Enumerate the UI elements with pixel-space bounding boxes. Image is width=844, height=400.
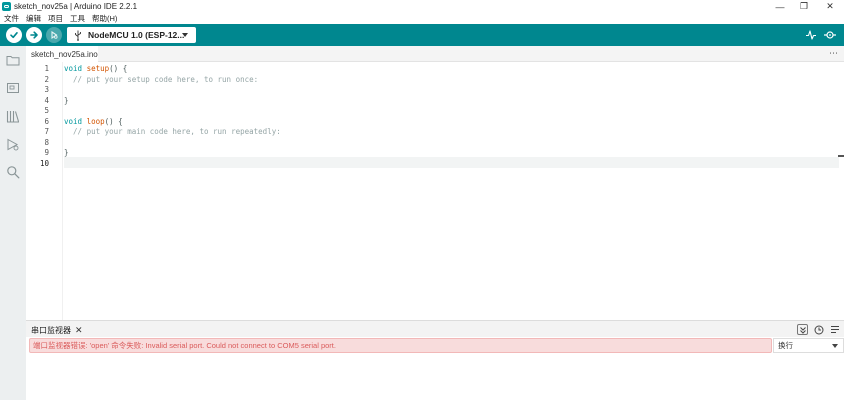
menu-tools[interactable]: 工具 bbox=[70, 13, 85, 24]
upload-button[interactable] bbox=[26, 27, 42, 43]
more-options-icon[interactable]: ⋯ bbox=[829, 48, 838, 59]
minimize-button[interactable]: — bbox=[768, 0, 792, 13]
line-number: 9 bbox=[44, 148, 49, 157]
toolbar: NodeMCU 1.0 (ESP-12... bbox=[0, 24, 844, 46]
code-line: } bbox=[64, 95, 69, 105]
magnifier-icon bbox=[824, 31, 836, 39]
line-number: 5 bbox=[44, 106, 49, 115]
tab-serial-monitor[interactable]: 串口监视器 ✕ bbox=[31, 325, 83, 336]
code-line: void loop() { bbox=[64, 117, 123, 126]
line-number: 7 bbox=[44, 127, 49, 136]
search-button[interactable] bbox=[5, 164, 21, 180]
code-comment: // put your main code here, to run repea… bbox=[64, 127, 281, 136]
debug-button[interactable] bbox=[46, 27, 62, 43]
board-selector[interactable]: NodeMCU 1.0 (ESP-12... bbox=[67, 27, 196, 43]
function-setup: setup bbox=[86, 64, 110, 73]
line-ending-select[interactable]: 换行 bbox=[773, 338, 844, 353]
chevron-down-icon bbox=[832, 344, 838, 348]
debug-icon bbox=[51, 30, 58, 40]
line-number: 4 bbox=[44, 95, 49, 105]
search-icon bbox=[7, 166, 20, 179]
line-number: 6 bbox=[44, 116, 49, 126]
timestamp-button[interactable] bbox=[813, 324, 824, 335]
arrow-right-icon bbox=[30, 31, 38, 39]
error-text: 端口监视器错误: 'open' 命令失败: Invalid serial por… bbox=[33, 341, 336, 350]
code-line: } bbox=[64, 148, 69, 157]
close-icon[interactable]: ✕ bbox=[75, 325, 83, 336]
clock-icon bbox=[814, 325, 823, 334]
serial-monitor-header: 串口监视器 ✕ bbox=[26, 320, 844, 337]
serial-plotter-button[interactable] bbox=[804, 28, 818, 42]
code-text: () { bbox=[109, 64, 128, 73]
title-bar: sketch_nov25a | Arduino IDE 2.2.1 — ❐ ✕ bbox=[0, 0, 844, 13]
chevron-down-icon bbox=[182, 33, 188, 37]
line-number: 10 bbox=[39, 158, 49, 168]
menu-edit[interactable]: 编辑 bbox=[26, 13, 41, 24]
line-number: 3 bbox=[44, 85, 49, 94]
editor-tab-bar: sketch_nov25a.ino ⋯ bbox=[26, 46, 844, 62]
library-manager-button[interactable] bbox=[5, 108, 21, 124]
close-button[interactable]: ✕ bbox=[818, 0, 842, 13]
scrollbar-marker[interactable] bbox=[838, 155, 844, 157]
tab-label: sketch_nov25a.ino bbox=[31, 49, 98, 59]
line-number: 2 bbox=[44, 74, 49, 84]
function-loop: loop bbox=[86, 116, 105, 126]
tab-sketch-ino[interactable]: sketch_nov25a.ino bbox=[26, 46, 98, 62]
library-icon bbox=[6, 110, 20, 122]
menu-file[interactable]: 文件 bbox=[4, 13, 19, 24]
window-title: sketch_nov25a | Arduino IDE 2.2.1 bbox=[14, 2, 138, 11]
checkmark-icon bbox=[10, 31, 18, 39]
line-ending-value: 换行 bbox=[778, 341, 793, 350]
folder-icon bbox=[6, 56, 20, 66]
debug-icon bbox=[7, 138, 19, 150]
code-comment: // put your setup code here, to run once… bbox=[64, 74, 259, 84]
code-editor[interactable]: 1 2 3 4 5 6 7 8 9 10 void setup() { // p… bbox=[26, 62, 844, 320]
activity-sidebar bbox=[0, 46, 26, 400]
serial-output-area[interactable] bbox=[26, 354, 844, 400]
serial-monitor-button[interactable] bbox=[823, 28, 837, 42]
current-line-highlight bbox=[64, 157, 839, 168]
code-text: () { bbox=[104, 116, 123, 126]
maximize-button[interactable]: ❐ bbox=[792, 0, 816, 13]
line-number-gutter: 1 2 3 4 5 6 7 8 9 10 bbox=[26, 62, 63, 320]
line-number: 8 bbox=[44, 137, 49, 147]
menu-help[interactable]: 帮助(H) bbox=[92, 13, 117, 24]
arduino-logo-icon bbox=[2, 2, 11, 11]
list-clear-icon bbox=[830, 326, 839, 333]
sketchbook-button[interactable] bbox=[5, 52, 21, 68]
board-name: NodeMCU 1.0 (ESP-12... bbox=[88, 30, 185, 40]
verify-button[interactable] bbox=[6, 27, 22, 43]
menu-bar: 文件 编辑 项目 工具 帮助(H) bbox=[0, 13, 844, 24]
code-line: void setup() { bbox=[64, 64, 127, 73]
chevron-double-down-icon bbox=[799, 326, 806, 334]
debug-panel-button[interactable] bbox=[5, 136, 21, 152]
boards-manager-button[interactable] bbox=[5, 80, 21, 96]
serial-error-message: 端口监视器错误: 'open' 命令失败: Invalid serial por… bbox=[29, 338, 772, 353]
keyword-void: void bbox=[64, 64, 83, 73]
keyword-void: void bbox=[64, 116, 83, 126]
autoscroll-button[interactable] bbox=[797, 324, 808, 335]
usb-icon bbox=[73, 29, 83, 41]
plotter-icon bbox=[806, 30, 816, 40]
serial-monitor-label: 串口监视器 bbox=[31, 326, 71, 335]
board-icon bbox=[7, 83, 19, 93]
clear-output-button[interactable] bbox=[829, 324, 840, 335]
menu-sketch[interactable]: 项目 bbox=[48, 13, 63, 24]
line-number: 1 bbox=[44, 64, 49, 73]
